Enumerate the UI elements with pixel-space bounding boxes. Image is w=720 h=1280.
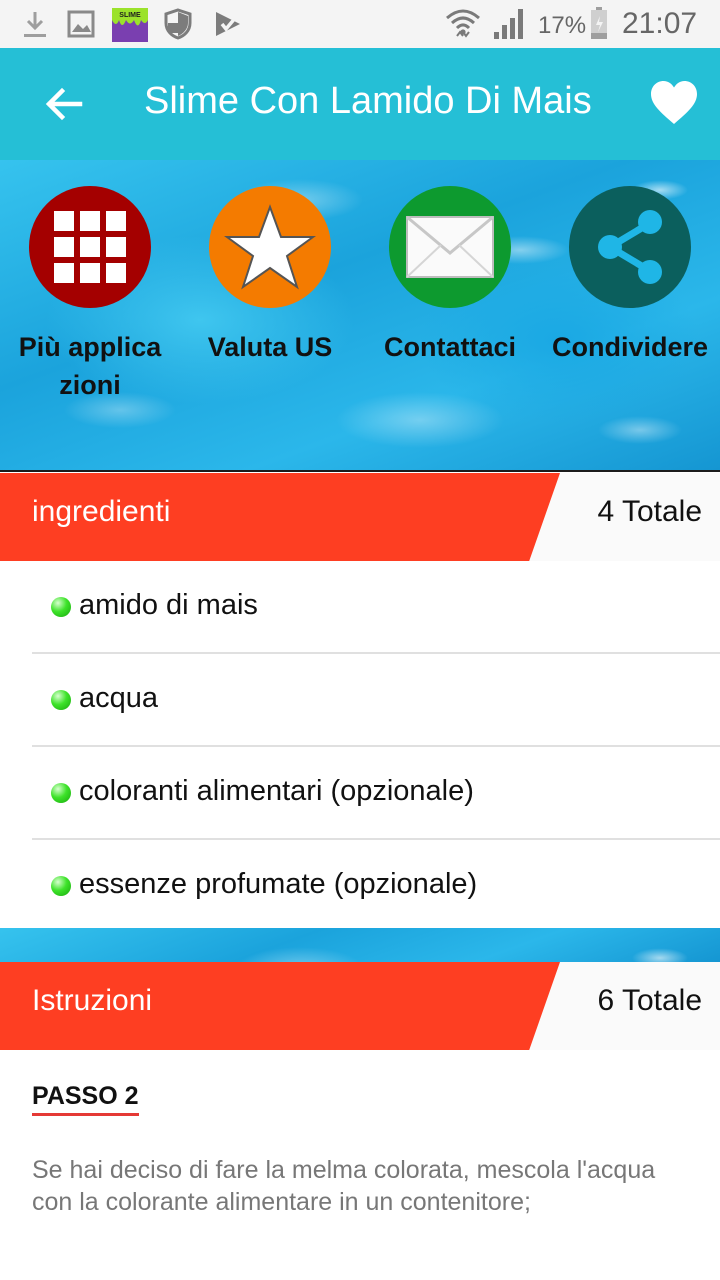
heart-icon[interactable] [650,80,698,126]
app-bar: Slime Con Lamido Di Mais [0,48,720,160]
battery-percent: 17% [538,12,587,39]
bullet-icon [51,876,71,896]
list-item: essenze profumate (opzionale) [32,840,720,931]
rate-us-button[interactable]: Valuta US [185,186,355,366]
ingredients-list: amido di mais acqua coloranti alimentari… [0,561,720,931]
shield-icon [164,8,192,40]
contact-circle [389,186,511,308]
list-item: amido di mais [32,561,720,654]
instructions-panel: PASSO 2 Se hai deciso di fare la melma c… [0,1050,720,1280]
rate-us-label: Valuta US [207,332,333,362]
download-icon [24,12,46,37]
page-title: Slime Con Lamido Di Mais [144,80,592,122]
clock: 21:07 [622,7,698,40]
instructions-count: 6 Totale [597,984,702,1017]
wifi-icon [446,9,480,38]
ingredient-text: acqua [79,682,159,714]
star-icon [224,204,316,290]
check-icon [216,12,240,36]
instructions-header: Istruzioni 6 Totale [0,962,720,1050]
bullet-icon [51,597,71,617]
mail-icon [406,215,494,278]
step-text: Se hai deciso di fare la melma colorata,… [32,1156,656,1216]
list-item: acqua [32,654,720,747]
more-apps-label: Più applicazioni [18,332,162,400]
share-button[interactable]: Condividere [545,186,715,366]
ingredients-header: ingredienti 4 Totale [0,473,720,561]
status-bar: SLIME 17% 21:07 [0,0,720,48]
background-strip [0,928,720,962]
bullet-icon [51,783,71,803]
ingredients-count: 4 Totale [597,495,702,528]
ingredient-text: essenze profumate (opzionale) [79,868,478,900]
slime-app-icon: SLIME [112,8,148,42]
ingredient-text: coloranti alimentari (opzionale) [79,775,474,807]
grid-icon [54,211,126,283]
header-banner: Più applicazioni Valuta US Contattaci Co… [0,160,720,472]
arrow-left-icon[interactable] [44,84,84,124]
contact-button[interactable]: Contattaci [365,186,535,366]
list-item: coloranti alimentari (opzionale) [32,747,720,840]
contact-label: Contattaci [383,332,516,362]
rate-us-circle [209,186,331,308]
ingredients-title: ingredienti [32,495,171,528]
signal-icon [494,9,523,39]
more-apps-circle [29,186,151,308]
share-label: Condividere [551,332,709,362]
battery-icon [591,7,607,39]
step-title: PASSO 2 [32,1082,139,1116]
image-icon [67,10,95,38]
share-icon [598,210,662,284]
svg-text:SLIME: SLIME [119,12,141,19]
share-circle [569,186,691,308]
instructions-title: Istruzioni [32,984,153,1017]
more-apps-button[interactable]: Più applicazioni [5,186,175,404]
ingredient-text: amido di mais [79,589,258,621]
bullet-icon [51,690,71,710]
